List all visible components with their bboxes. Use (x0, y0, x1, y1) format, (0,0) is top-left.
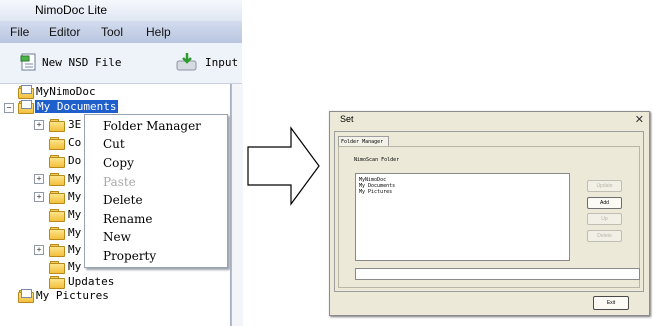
tree-item-label: Co (68, 136, 82, 149)
menu-bar: File Editor Tool Help (0, 21, 242, 43)
tree-item-label: My (68, 208, 82, 221)
tree-item-label: My (68, 190, 82, 203)
folder-icon (49, 244, 65, 257)
ctx-folder-manager[interactable]: Folder Manager (103, 119, 201, 133)
close-icon[interactable]: ✕ (635, 113, 644, 126)
folder-list[interactable]: MyNimoDoc My Documents My Pictures (355, 173, 570, 261)
input-icon (176, 53, 197, 71)
expand-icon[interactable]: + (34, 245, 44, 255)
tree-item-label: 3E (68, 118, 82, 131)
delete-button: Delete (587, 230, 622, 242)
ctx-cut[interactable]: Cut (103, 137, 125, 151)
tree-item-label: My Documents (35, 100, 119, 113)
tree-item-label: Updates (68, 275, 115, 288)
tree-item-label: My (68, 172, 82, 185)
add-button[interactable]: Add (587, 197, 622, 209)
menu-help[interactable]: Help (146, 25, 171, 39)
expand-icon[interactable]: + (34, 174, 44, 184)
new-file-icon (20, 53, 36, 71)
right-arrow-icon (247, 126, 320, 206)
group-label: NimoScan Folder (354, 157, 400, 163)
new-nsd-file-label: New NSD File (42, 56, 122, 69)
list-item[interactable]: My Pictures (359, 189, 392, 195)
up-button: Up (587, 213, 622, 225)
tree-item-label: MyNimoDoc (36, 85, 96, 98)
menu-tool[interactable]: Tool (101, 25, 123, 39)
tree-item-label: Do (68, 154, 82, 167)
tree-item-label: My (68, 260, 82, 273)
folder-icon (49, 137, 65, 150)
tree-item-label: My (68, 243, 82, 256)
folder-icon (49, 227, 65, 240)
folder-icon (49, 261, 65, 274)
app-title: NimoDoc Lite (35, 3, 108, 17)
ctx-new[interactable]: New (103, 230, 131, 244)
ctx-property[interactable]: Property (103, 249, 156, 263)
folder-icon (49, 276, 65, 289)
dialog-title-bar: Set ✕ (330, 112, 649, 129)
exit-button[interactable]: Exit (593, 296, 629, 310)
tab-folder-manager[interactable]: Folder Manager (338, 136, 389, 146)
folder-icon (18, 100, 34, 114)
dialog-title: Set (340, 114, 354, 124)
folder-icon (49, 155, 65, 168)
expand-icon[interactable]: + (34, 192, 44, 202)
ctx-paste: Paste (103, 175, 136, 189)
input-label: Input (205, 56, 239, 69)
title-bar: NimoDoc Lite (0, 0, 242, 21)
set-dialog: Set ✕ Folder Manager NimoScan Folder MyN… (329, 111, 650, 316)
folder-icon (18, 85, 34, 99)
ctx-delete[interactable]: Delete (103, 193, 143, 207)
menu-file[interactable]: File (10, 25, 29, 39)
toolbar: New NSD File Input (0, 43, 242, 84)
expand-icon[interactable]: + (34, 120, 44, 130)
path-field[interactable] (355, 268, 640, 280)
folder-icon (49, 191, 65, 204)
ctx-copy[interactable]: Copy (103, 156, 134, 170)
menu-editor[interactable]: Editor (49, 25, 80, 39)
context-menu: Folder Manager Cut Copy Paste Delete Ren… (84, 114, 228, 268)
folder-icon (49, 209, 65, 222)
folder-icon (49, 173, 65, 186)
folder-icon (18, 289, 34, 303)
ctx-rename[interactable]: Rename (103, 212, 153, 226)
tree-item-label: My Pictures (36, 289, 109, 302)
tree-item-label: My (68, 226, 82, 239)
side-panel-edge (231, 84, 243, 326)
folder-icon (49, 119, 65, 132)
collapse-icon[interactable]: − (4, 103, 14, 113)
update-button: Update (587, 180, 622, 192)
